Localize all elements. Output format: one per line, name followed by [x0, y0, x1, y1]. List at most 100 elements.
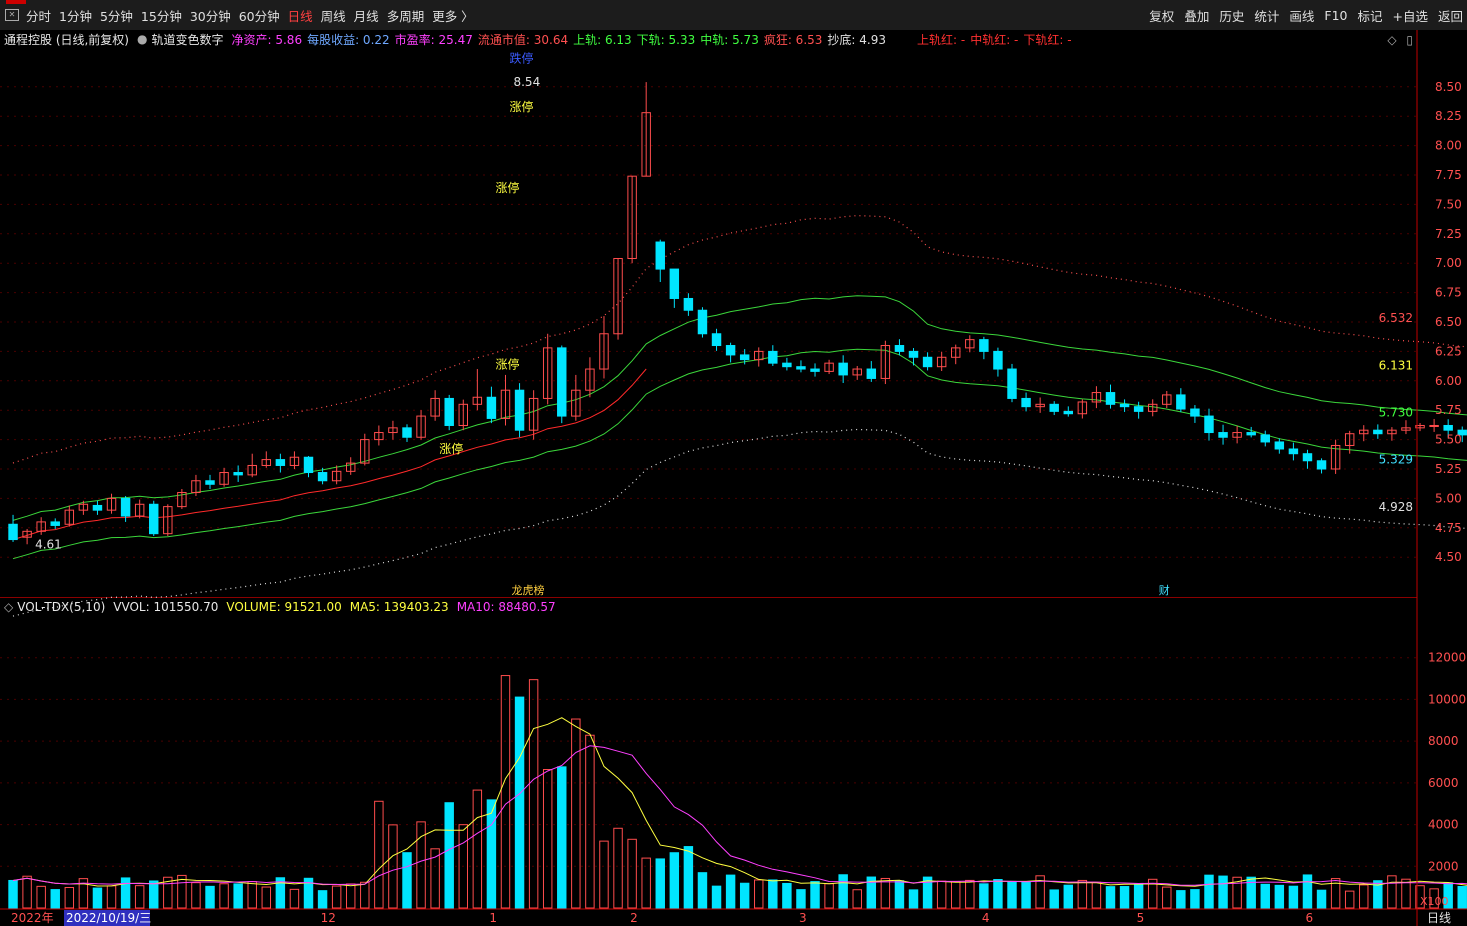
candle-body	[838, 362, 848, 376]
candle-body	[711, 333, 722, 347]
volume-bar	[557, 766, 567, 909]
candle-body	[1119, 403, 1130, 408]
volume-bar	[908, 889, 919, 909]
crazy-band-line	[12, 214, 1467, 464]
volume-bar	[374, 800, 384, 909]
volume-bar	[1359, 884, 1369, 909]
period-label[interactable]: 日线	[1427, 911, 1451, 925]
candle-body	[1190, 408, 1200, 417]
volume-bar	[191, 882, 201, 909]
event-marker[interactable]: 龙虎榜	[512, 583, 545, 597]
candle-body	[1176, 394, 1186, 410]
candle-body	[1274, 441, 1285, 450]
price-tick-label: 7.75	[1435, 168, 1462, 182]
time-tick-label: 12	[321, 911, 336, 925]
volume-bar	[571, 718, 581, 909]
candle-body	[669, 268, 680, 299]
volume-bar	[1007, 880, 1017, 909]
volume-bar	[486, 799, 497, 909]
volume-bar	[233, 883, 243, 909]
price-tick-label: 8.00	[1435, 139, 1462, 153]
candle-body	[1260, 434, 1270, 443]
volume-bar	[965, 879, 975, 909]
candle-body	[275, 459, 286, 466]
volume-bar	[1401, 878, 1411, 909]
time-tick-label: 3	[799, 911, 807, 925]
band-value-label: 4.928	[1379, 500, 1413, 514]
candle-body	[768, 350, 778, 364]
upper-red-line	[12, 368, 647, 541]
volume-bar	[317, 890, 328, 909]
volume-bar	[599, 840, 609, 909]
volume-bar	[725, 874, 736, 909]
volume-bar	[1091, 881, 1102, 909]
volume-bar	[1077, 879, 1088, 909]
volume-bar	[1387, 875, 1397, 909]
volume-bar	[697, 872, 708, 909]
chart-annotation: 涨停	[510, 99, 534, 114]
volume-bar	[782, 882, 792, 909]
chart-annotation: 跌停	[510, 51, 534, 66]
price-tick-label: 6.75	[1435, 286, 1462, 300]
volume-bar	[739, 882, 750, 909]
volume-bar	[852, 889, 862, 909]
candle-body	[1021, 397, 1031, 408]
volume-bar	[585, 734, 595, 909]
volume-bar	[219, 883, 229, 909]
volume-bar	[331, 885, 342, 909]
candles	[8, 82, 1467, 545]
volume-ma10-line	[12, 745, 1467, 886]
volume-tick-label: 4000	[1428, 818, 1459, 832]
candle-body	[1443, 424, 1453, 431]
chart-annotation: 涨停	[495, 180, 519, 195]
volume-bar	[120, 877, 131, 909]
volume-ma5-line	[12, 717, 1467, 887]
band-value-label: 6.131	[1379, 358, 1413, 372]
volume-bar	[1316, 889, 1327, 909]
candle-body	[697, 309, 708, 335]
volume-bar	[754, 879, 764, 909]
volume-bar	[810, 881, 820, 909]
volume-bars	[8, 675, 1467, 909]
candle-body	[50, 521, 60, 526]
candle-body	[1373, 429, 1383, 435]
volume-bar	[796, 889, 806, 909]
time-tick-label: 2022年	[11, 911, 54, 925]
price-tick-label: 6.50	[1435, 315, 1462, 329]
grid	[0, 86, 1417, 867]
band-value-label: 6.532	[1379, 311, 1413, 325]
candle-body	[1288, 448, 1299, 455]
volume-bar	[1288, 885, 1299, 909]
volume-bar	[936, 880, 947, 909]
candle-body	[810, 368, 820, 372]
time-tick-label: 6	[1305, 911, 1313, 925]
candle-body	[1204, 415, 1214, 434]
volume-bar	[894, 880, 905, 909]
annotations: 6.5326.1315.7305.3294.9288.544.61跌停涨停涨停涨…	[35, 51, 1413, 597]
candle-body	[486, 396, 497, 419]
volume-bar	[993, 879, 1003, 909]
candle-body	[979, 339, 989, 352]
candle-body	[1063, 410, 1074, 415]
candle-body	[922, 356, 933, 368]
candle-body	[303, 456, 314, 474]
volume-bar	[1063, 884, 1074, 909]
volume-tick-label: 8000	[1428, 734, 1459, 748]
candle-body	[1133, 406, 1144, 412]
volume-bar	[360, 881, 370, 909]
volume-bar	[149, 880, 159, 909]
candle-body	[317, 472, 328, 482]
volume-bar	[64, 887, 75, 909]
candle-body	[1218, 432, 1228, 438]
candle-body	[655, 241, 665, 270]
volume-bar	[289, 888, 300, 909]
volume-bar	[979, 883, 989, 909]
price-tick-label: 8.25	[1435, 109, 1462, 123]
candle-body	[739, 354, 750, 361]
stock-chart[interactable]: 6.5326.1315.7305.3294.9288.544.61跌停涨停涨停涨…	[0, 0, 1467, 926]
candle-body	[1105, 392, 1116, 405]
volume-bar	[824, 883, 834, 909]
event-marker[interactable]: 财	[1159, 583, 1170, 597]
chart-annotation: 涨停	[439, 441, 463, 456]
volume-bar	[500, 675, 511, 909]
